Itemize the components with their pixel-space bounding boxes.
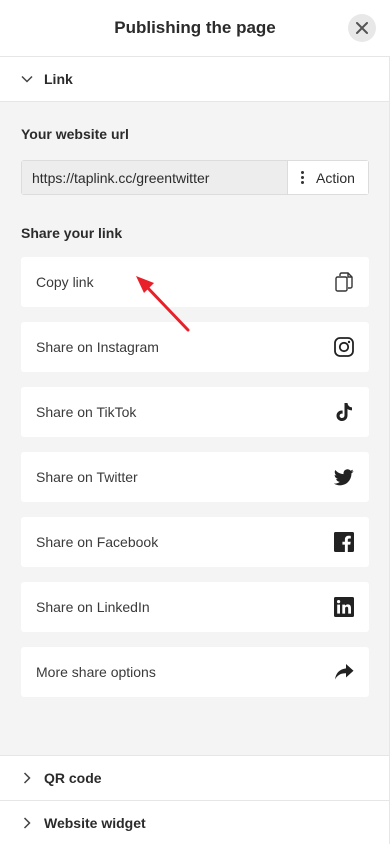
chevron-down-icon: [20, 72, 34, 86]
facebook-icon: [333, 531, 355, 553]
website-url-row: Action: [21, 160, 369, 195]
panel-header: Publishing the page: [0, 0, 390, 57]
share-item-label: Share on LinkedIn: [36, 599, 150, 615]
qr-code-section-toggle[interactable]: QR code: [0, 756, 390, 801]
website-url-label: Your website url: [21, 126, 129, 142]
twitter-icon: [333, 466, 355, 488]
share-item-label: Share on Facebook: [36, 534, 159, 550]
share-item-label: More share options: [36, 664, 156, 680]
share-arrow-icon: [333, 661, 355, 683]
action-button[interactable]: Action: [288, 161, 368, 194]
close-button[interactable]: [348, 14, 376, 42]
copy-icon: [333, 271, 355, 293]
chevron-right-icon: [20, 771, 34, 785]
share-facebook-button[interactable]: Share on Facebook: [21, 517, 369, 567]
share-instagram-button[interactable]: Share on Instagram: [21, 322, 369, 372]
share-section-label: Share your link: [21, 225, 123, 241]
website-widget-section-toggle[interactable]: Website widget: [0, 801, 390, 845]
tiktok-icon: [333, 401, 355, 423]
share-item-label: Share on Twitter: [36, 469, 138, 485]
linkedin-icon: [333, 596, 355, 618]
share-twitter-button[interactable]: Share on Twitter: [21, 452, 369, 502]
more-share-options-button[interactable]: More share options: [21, 647, 369, 697]
link-section-content: Your website url Action Share your link …: [0, 102, 390, 756]
share-item-label: Share on Instagram: [36, 339, 159, 355]
website-widget-label: Website widget: [44, 815, 146, 831]
share-item-label: Share on TikTok: [36, 404, 137, 420]
chevron-right-icon: [20, 816, 34, 830]
link-section-label: Link: [44, 71, 73, 87]
action-button-label: Action: [316, 169, 355, 186]
share-linkedin-button[interactable]: Share on LinkedIn: [21, 582, 369, 632]
instagram-icon: [333, 336, 355, 358]
website-url-input[interactable]: [22, 161, 288, 194]
more-vertical-icon: [301, 171, 305, 184]
share-tiktok-button[interactable]: Share on TikTok: [21, 387, 369, 437]
qr-code-label: QR code: [44, 770, 102, 786]
copy-link-button[interactable]: Copy link: [21, 257, 369, 307]
close-icon: [356, 22, 368, 34]
share-item-label: Copy link: [36, 274, 94, 290]
link-section-toggle[interactable]: Link: [0, 57, 390, 102]
page-title: Publishing the page: [114, 18, 276, 37]
